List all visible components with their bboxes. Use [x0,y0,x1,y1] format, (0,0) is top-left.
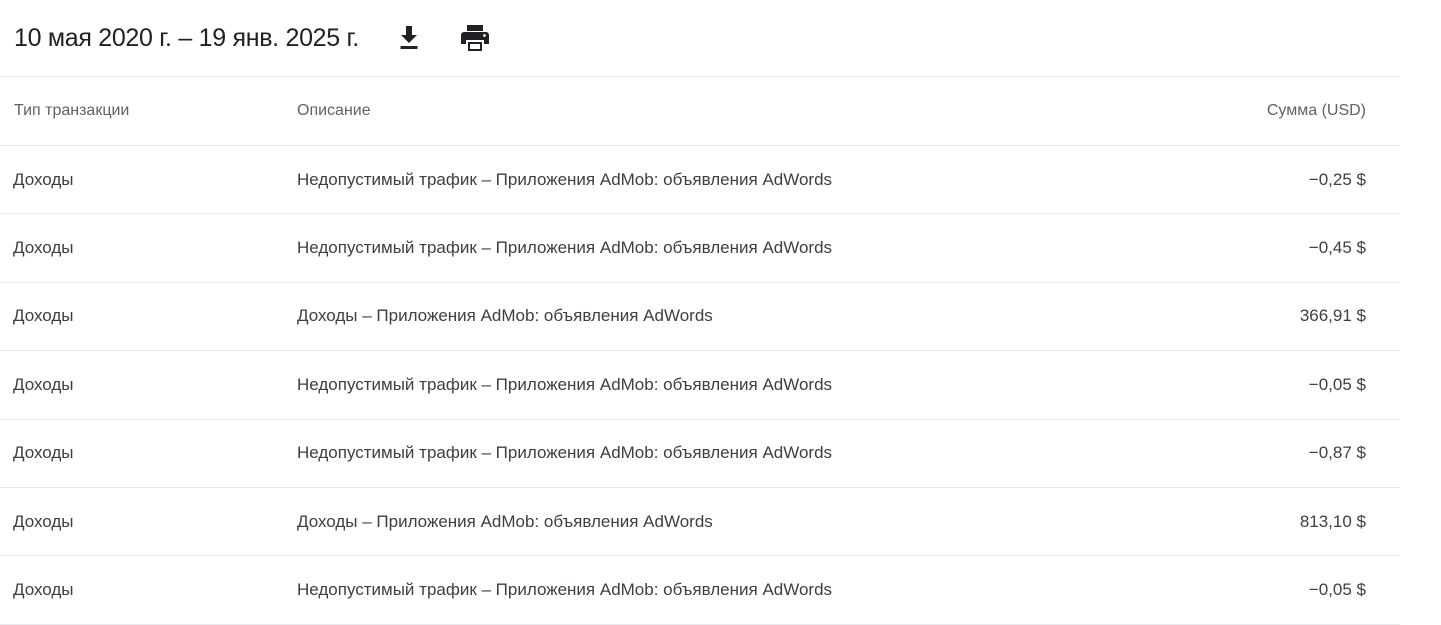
transactions-panel: 10 мая 2020 г. – 19 янв. 2025 г. Тип тра… [0,0,1400,625]
row-type-cell: Доходы [13,306,74,326]
report-header: 10 мая 2020 г. – 19 янв. 2025 г. [0,0,1400,77]
row-type-cell: Доходы [13,238,74,258]
row-description-cell: Недопустимый трафик – Приложения AdMob: … [297,443,833,463]
row-type-cell: Доходы [13,580,74,600]
row-type-cell: Доходы [13,374,74,394]
table-row: Доходы Недопустимый трафик – Приложения … [0,146,1400,215]
table-row: Доходы Доходы – Приложения AdMob: объявл… [0,488,1400,557]
row-description-cell: Недопустимый трафик – Приложения AdMob: … [297,374,833,394]
row-amount-cell: −0,05 $ [1308,580,1366,600]
print-icon [460,24,490,52]
print-button[interactable] [457,20,493,56]
column-header-amount[interactable]: Сумма (USD) [1100,102,1400,120]
row-description-cell: Недопустимый трафик – Приложения AdMob: … [297,169,833,189]
table-row: Доходы Недопустимый трафик – Приложения … [0,351,1400,420]
table-row: Доходы Недопустимый трафик – Приложения … [0,420,1400,488]
download-icon [397,24,421,52]
row-amount-cell: −0,25 $ [1308,169,1366,189]
row-description-cell: Доходы – Приложения AdMob: объявления Ad… [297,306,713,326]
table-header-row: Тип транзакции Описание Сумма (USD) [0,77,1400,146]
transactions-table: Тип транзакции Описание Сумма (USD) Дохо… [0,77,1400,625]
column-header-description[interactable]: Описание [297,102,1100,120]
row-type-cell: Доходы [13,169,74,189]
download-button[interactable] [391,20,427,56]
row-amount-cell: 813,10 $ [1299,511,1366,531]
row-description-cell: Доходы – Приложения AdMob: объявления Ad… [297,511,713,531]
row-type-cell: Доходы [13,443,74,463]
row-amount-cell: 366,91 $ [1299,306,1366,326]
row-amount-cell: −0,45 $ [1308,238,1366,258]
date-range-title: 10 мая 2020 г. – 19 янв. 2025 г. [14,23,359,52]
row-description-cell: Недопустимый трафик – Приложения AdMob: … [297,238,833,258]
row-amount-cell: −0,05 $ [1308,374,1366,394]
row-type-cell: Доходы [13,511,74,531]
row-amount-cell: −0,87 $ [1308,443,1366,463]
table-row: Доходы Недопустимый трафик – Приложения … [0,214,1400,283]
column-header-type[interactable]: Тип транзакции [0,102,297,120]
table-row: Доходы Недопустимый трафик – Приложения … [0,556,1400,625]
row-description-cell: Недопустимый трафик – Приложения AdMob: … [297,580,833,600]
table-row: Доходы Доходы – Приложения AdMob: объявл… [0,283,1400,352]
